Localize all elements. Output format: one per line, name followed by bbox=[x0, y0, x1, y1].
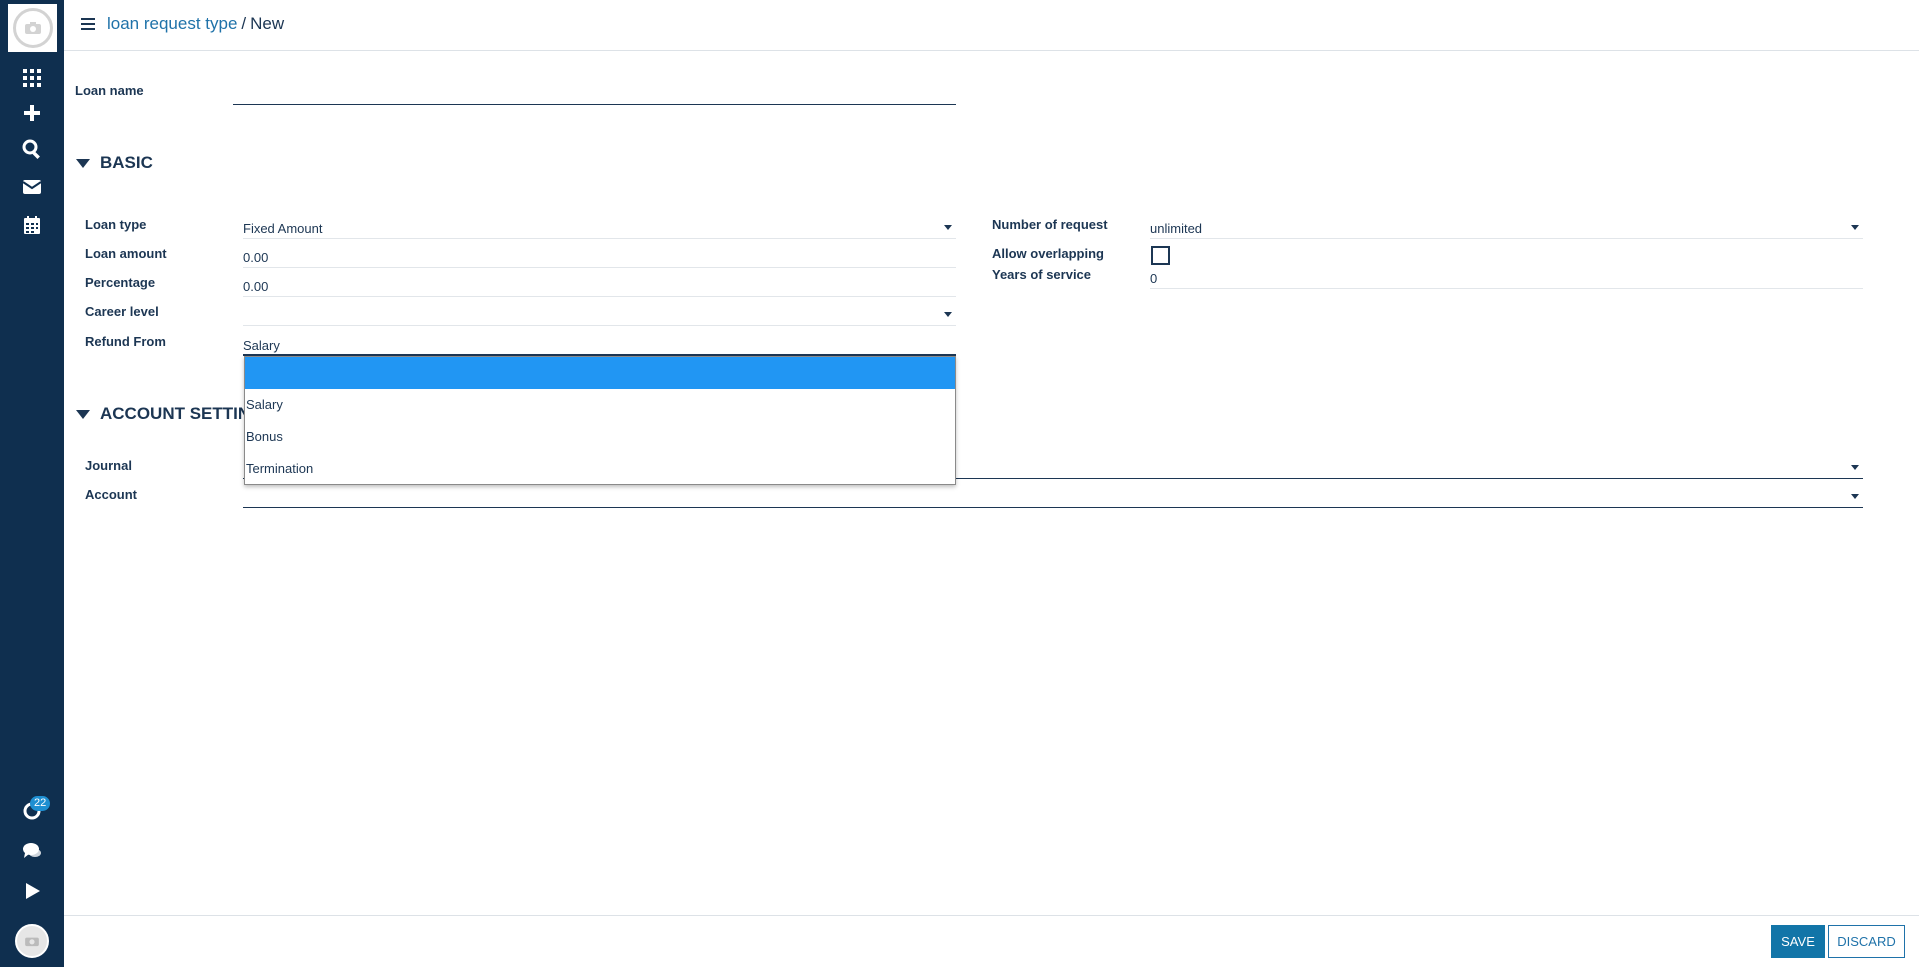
collapse-triangle-icon bbox=[76, 409, 90, 419]
account-settings-section-toggle[interactable]: ACCOUNT SETTIN bbox=[76, 404, 250, 424]
form-footer bbox=[64, 915, 1919, 967]
dropdown-option-salary[interactable]: Salary bbox=[245, 389, 955, 421]
camera-icon bbox=[12, 8, 53, 48]
loan-name-input[interactable] bbox=[233, 79, 956, 105]
save-button[interactable]: SAVE bbox=[1771, 925, 1825, 958]
sidebar: 22 bbox=[0, 0, 64, 967]
breadcrumb-separator: / bbox=[241, 14, 247, 33]
refund-from-value: Salary bbox=[243, 338, 280, 353]
dropdown-option-empty[interactable] bbox=[245, 357, 955, 389]
header: loan request type / New bbox=[64, 0, 1919, 51]
career-level-label: Career level bbox=[85, 304, 159, 319]
number-of-request-value: unlimited bbox=[1150, 221, 1203, 236]
years-of-service-label: Years of service bbox=[992, 267, 1092, 282]
activity-icon[interactable]: 22 bbox=[0, 796, 64, 826]
loan-type-value: Fixed Amount bbox=[243, 221, 323, 236]
discard-button[interactable]: DISCARD bbox=[1828, 925, 1905, 958]
refund-from-dropdown: Salary Bonus Termination bbox=[244, 356, 956, 485]
account-label: Account bbox=[85, 487, 137, 502]
number-of-request-select[interactable]: unlimited bbox=[1150, 215, 1863, 239]
journal-label: Journal bbox=[85, 458, 132, 473]
allow-overlapping-checkbox[interactable] bbox=[1151, 246, 1170, 265]
avatar[interactable] bbox=[15, 924, 49, 958]
refund-from-label: Refund From bbox=[85, 334, 166, 349]
chevron-down-icon bbox=[944, 312, 952, 317]
loan-type-label: Loan type bbox=[85, 217, 147, 232]
number-of-request-label: Number of request bbox=[992, 217, 1108, 232]
company-logo[interactable] bbox=[8, 4, 57, 52]
mail-icon[interactable] bbox=[0, 172, 64, 202]
dropdown-option-termination[interactable]: Termination bbox=[245, 453, 955, 485]
account-select[interactable] bbox=[243, 484, 1863, 508]
breadcrumb-parent-link[interactable]: loan request type bbox=[107, 14, 237, 33]
chevron-down-icon bbox=[1851, 494, 1859, 499]
account-settings-section-title: ACCOUNT SETTIN bbox=[100, 404, 251, 423]
notification-badge: 22 bbox=[30, 796, 51, 811]
loan-amount-label: Loan amount bbox=[85, 246, 167, 261]
loan-name-label: Loan name bbox=[75, 83, 144, 98]
plus-icon[interactable] bbox=[0, 98, 64, 128]
calendar-icon[interactable] bbox=[0, 210, 64, 240]
basic-section-toggle[interactable]: BASIC bbox=[76, 153, 153, 173]
refund-from-select[interactable]: Salary bbox=[243, 332, 956, 356]
search-icon[interactable] bbox=[0, 134, 64, 164]
apps-grid-icon[interactable] bbox=[0, 63, 64, 93]
career-level-select[interactable] bbox=[243, 302, 956, 326]
chevron-down-icon bbox=[1851, 225, 1859, 230]
years-of-service-input[interactable]: 0 bbox=[1150, 265, 1863, 289]
percentage-input[interactable]: 0.00 bbox=[243, 273, 956, 297]
breadcrumb: loan request type / New bbox=[107, 14, 284, 34]
basic-section-title: BASIC bbox=[100, 153, 153, 172]
chevron-down-icon bbox=[1851, 465, 1859, 470]
loan-type-select[interactable]: Fixed Amount bbox=[243, 215, 956, 239]
breadcrumb-current: New bbox=[250, 14, 285, 33]
loan-amount-input[interactable]: 0.00 bbox=[243, 244, 956, 268]
chat-icon[interactable] bbox=[0, 836, 64, 866]
play-icon[interactable] bbox=[0, 876, 64, 906]
collapse-triangle-icon bbox=[76, 158, 90, 168]
hamburger-menu-icon[interactable] bbox=[81, 18, 95, 30]
allow-overlapping-label: Allow overlapping bbox=[992, 246, 1104, 261]
percentage-label: Percentage bbox=[85, 275, 156, 290]
dropdown-option-bonus[interactable]: Bonus bbox=[245, 421, 955, 453]
chevron-down-icon bbox=[944, 225, 952, 230]
